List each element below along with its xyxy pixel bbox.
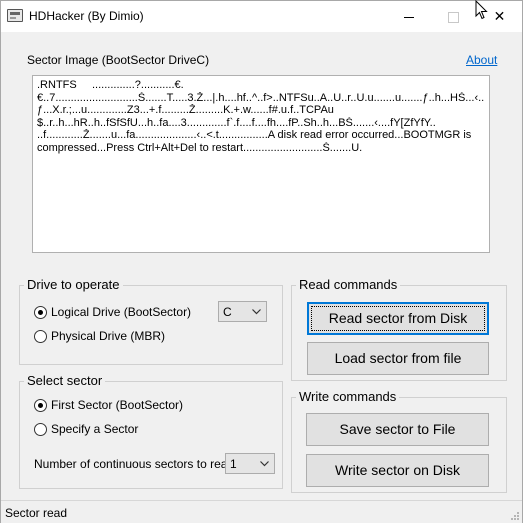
sector-line: €..7...........................Š.......T… xyxy=(37,91,485,104)
drive-select-value: C xyxy=(223,305,232,319)
sector-line: .RNTFS ..............?...........€. xyxy=(37,79,184,91)
maximize-button[interactable] xyxy=(431,1,476,32)
minimize-icon xyxy=(403,16,414,18)
read-sector-disk-button[interactable]: Read sector from Disk xyxy=(307,302,489,335)
sector-line: $..r..h...hR..h..fSfSfU...h..fa....3....… xyxy=(37,116,436,129)
about-link[interactable]: About xyxy=(466,53,497,67)
logical-drive-label: Logical Drive (BootSector) xyxy=(51,305,192,319)
drive-select[interactable]: C xyxy=(218,301,267,322)
sector-line: compressed...Press Ctrl+Alt+Del to resta… xyxy=(37,141,363,154)
first-sector-label: First Sector (BootSector) xyxy=(51,398,184,412)
close-icon: ✕ xyxy=(493,8,506,24)
save-sector-file-button[interactable]: Save sector to File xyxy=(306,413,489,446)
app-window: HDHacker (By Dimio) ✕ Sector Image (Boot… xyxy=(0,0,523,523)
sector-count-label: Number of continuous sectors to read: xyxy=(34,457,238,471)
status-text: Sector read xyxy=(5,506,68,520)
radio-unchecked[interactable] xyxy=(34,423,47,436)
drive-group xyxy=(19,285,283,365)
physical-drive-label: Physical Drive (MBR) xyxy=(51,329,166,343)
sector-image-label: Sector Image (BootSector DriveC) xyxy=(27,53,210,67)
load-sector-file-button[interactable]: Load sector from file xyxy=(307,342,489,375)
minimize-button[interactable] xyxy=(386,1,431,32)
specify-sector-label: Specify a Sector xyxy=(51,422,139,436)
drive-group-title: Drive to operate xyxy=(24,277,123,292)
sector-text-area[interactable]: .RNTFS ..............?...........€. €..7… xyxy=(32,75,490,253)
sector-line: ƒ...X.r.;...u.............Z3...+.f......… xyxy=(37,104,334,117)
maximize-icon xyxy=(448,11,459,23)
title-bar[interactable]: HDHacker (By Dimio) ✕ xyxy=(1,1,522,32)
sector-count-value: 1 xyxy=(230,457,237,471)
write-group-title: Write commands xyxy=(296,389,400,404)
resize-grip-icon[interactable] xyxy=(508,509,520,521)
radio-checked[interactable] xyxy=(34,399,47,412)
radio-checked[interactable] xyxy=(34,306,47,319)
hard-drive-icon xyxy=(7,9,23,22)
write-sector-disk-button[interactable]: Write sector on Disk xyxy=(306,454,489,487)
mouse-pointer-icon xyxy=(475,0,488,20)
select-sector-group-title: Select sector xyxy=(24,373,106,388)
read-group-title: Read commands xyxy=(296,277,401,292)
status-bar: Sector read xyxy=(1,500,522,523)
sector-count-select[interactable]: 1 xyxy=(225,453,275,474)
window-title: HDHacker (By Dimio) xyxy=(29,9,144,23)
sector-line: ..f............Ž.......u...fa...........… xyxy=(37,129,472,142)
radio-unchecked[interactable] xyxy=(34,330,47,343)
